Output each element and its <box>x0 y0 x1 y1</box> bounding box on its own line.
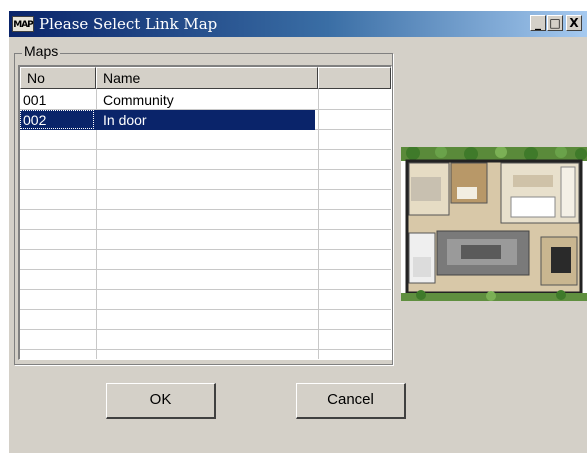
grid-hline <box>20 309 391 310</box>
grid-hline <box>20 289 391 290</box>
column-header-name[interactable]: Name <box>96 67 318 89</box>
table-row-selected[interactable]: 002 In door <box>20 110 391 130</box>
cell-no: 001 <box>23 92 47 108</box>
grid-hline <box>20 349 391 350</box>
grid-hline <box>20 209 391 210</box>
cancel-button[interactable]: Cancel <box>296 383 406 419</box>
close-button[interactable]: X <box>566 15 582 31</box>
minimize-button[interactable]: _ <box>530 15 546 31</box>
cell-no: 002 <box>23 112 47 128</box>
title-bar[interactable]: MAP Please Select Link Map _ □ X <box>9 11 587 37</box>
maximize-button[interactable]: □ <box>547 15 563 31</box>
cell-name: In door <box>103 112 147 128</box>
map-app-icon: MAP <box>12 16 34 32</box>
column-header-empty <box>318 67 391 89</box>
maps-group-label: Maps <box>22 43 61 59</box>
maps-list[interactable]: No Name 001 Community 002 In door <box>18 65 392 360</box>
ok-button[interactable]: OK <box>106 383 216 419</box>
floor-plan-preview-image <box>401 147 587 301</box>
grid-hline <box>20 189 391 190</box>
column-header-no[interactable]: No <box>20 67 96 89</box>
grid-hline <box>20 229 391 230</box>
table-row[interactable]: 001 Community <box>20 90 391 110</box>
grid-hline <box>20 249 391 250</box>
window-title: Please Select Link Map <box>39 15 218 33</box>
cell-name: Community <box>103 92 174 108</box>
grid-hline <box>20 169 391 170</box>
grid-hline <box>20 269 391 270</box>
grid-hline <box>20 329 391 330</box>
grid-hline <box>20 149 391 150</box>
select-link-map-dialog: MAP Please Select Link Map _ □ X Maps No… <box>8 10 587 453</box>
